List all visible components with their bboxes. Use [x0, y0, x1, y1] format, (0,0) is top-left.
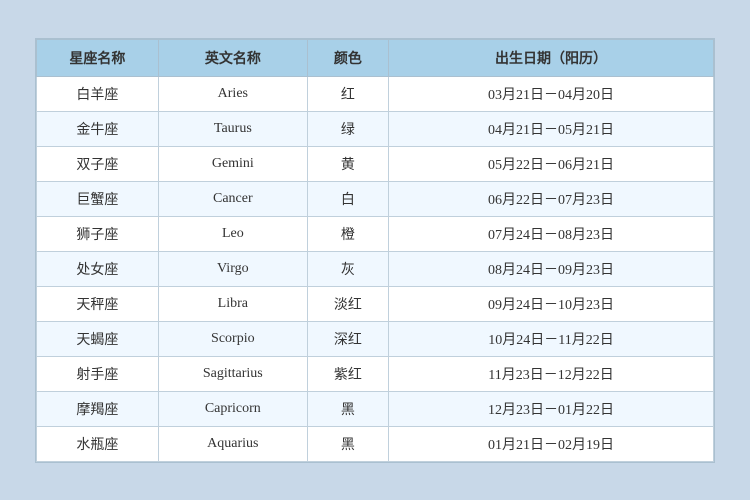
cell-color: 灰 [307, 251, 388, 286]
cell-color: 黑 [307, 391, 388, 426]
cell-cn: 金牛座 [37, 111, 159, 146]
cell-date: 01月21日－02月19日 [389, 426, 714, 461]
table-row: 双子座Gemini黄05月22日－06月21日 [37, 146, 714, 181]
cell-date: 05月22日－06月21日 [389, 146, 714, 181]
cell-cn: 摩羯座 [37, 391, 159, 426]
cell-color: 白 [307, 181, 388, 216]
cell-date: 07月24日－08月23日 [389, 216, 714, 251]
cell-color: 红 [307, 76, 388, 111]
table-row: 狮子座Leo橙07月24日－08月23日 [37, 216, 714, 251]
header-cn: 星座名称 [37, 39, 159, 76]
cell-cn: 白羊座 [37, 76, 159, 111]
header-color: 颜色 [307, 39, 388, 76]
cell-en: Libra [158, 286, 307, 321]
table-row: 射手座Sagittarius紫红11月23日－12月22日 [37, 356, 714, 391]
zodiac-table: 星座名称 英文名称 颜色 出生日期（阳历） 白羊座Aries红03月21日－04… [36, 39, 714, 462]
cell-en: Gemini [158, 146, 307, 181]
cell-en: Aquarius [158, 426, 307, 461]
cell-color: 黄 [307, 146, 388, 181]
cell-cn: 狮子座 [37, 216, 159, 251]
table-row: 水瓶座Aquarius黑01月21日－02月19日 [37, 426, 714, 461]
cell-en: Capricorn [158, 391, 307, 426]
cell-cn: 天秤座 [37, 286, 159, 321]
cell-en: Cancer [158, 181, 307, 216]
cell-date: 06月22日－07月23日 [389, 181, 714, 216]
cell-en: Virgo [158, 251, 307, 286]
table-row: 巨蟹座Cancer白06月22日－07月23日 [37, 181, 714, 216]
header-date: 出生日期（阳历） [389, 39, 714, 76]
cell-date: 03月21日－04月20日 [389, 76, 714, 111]
table-row: 处女座Virgo灰08月24日－09月23日 [37, 251, 714, 286]
cell-cn: 双子座 [37, 146, 159, 181]
cell-color: 橙 [307, 216, 388, 251]
table-row: 摩羯座Capricorn黑12月23日－01月22日 [37, 391, 714, 426]
cell-en: Taurus [158, 111, 307, 146]
cell-cn: 天蝎座 [37, 321, 159, 356]
table-header-row: 星座名称 英文名称 颜色 出生日期（阳历） [37, 39, 714, 76]
cell-en: Sagittarius [158, 356, 307, 391]
cell-color: 紫红 [307, 356, 388, 391]
cell-date: 08月24日－09月23日 [389, 251, 714, 286]
cell-cn: 水瓶座 [37, 426, 159, 461]
zodiac-table-container: 星座名称 英文名称 颜色 出生日期（阳历） 白羊座Aries红03月21日－04… [35, 38, 715, 463]
table-row: 白羊座Aries红03月21日－04月20日 [37, 76, 714, 111]
cell-color: 黑 [307, 426, 388, 461]
cell-color: 绿 [307, 111, 388, 146]
cell-date: 09月24日－10月23日 [389, 286, 714, 321]
cell-cn: 射手座 [37, 356, 159, 391]
cell-cn: 巨蟹座 [37, 181, 159, 216]
cell-cn: 处女座 [37, 251, 159, 286]
table-row: 天蝎座Scorpio深红10月24日－11月22日 [37, 321, 714, 356]
cell-date: 11月23日－12月22日 [389, 356, 714, 391]
cell-en: Leo [158, 216, 307, 251]
cell-color: 深红 [307, 321, 388, 356]
cell-color: 淡红 [307, 286, 388, 321]
cell-en: Scorpio [158, 321, 307, 356]
table-row: 金牛座Taurus绿04月21日－05月21日 [37, 111, 714, 146]
cell-date: 10月24日－11月22日 [389, 321, 714, 356]
header-en: 英文名称 [158, 39, 307, 76]
cell-en: Aries [158, 76, 307, 111]
cell-date: 04月21日－05月21日 [389, 111, 714, 146]
table-row: 天秤座Libra淡红09月24日－10月23日 [37, 286, 714, 321]
cell-date: 12月23日－01月22日 [389, 391, 714, 426]
